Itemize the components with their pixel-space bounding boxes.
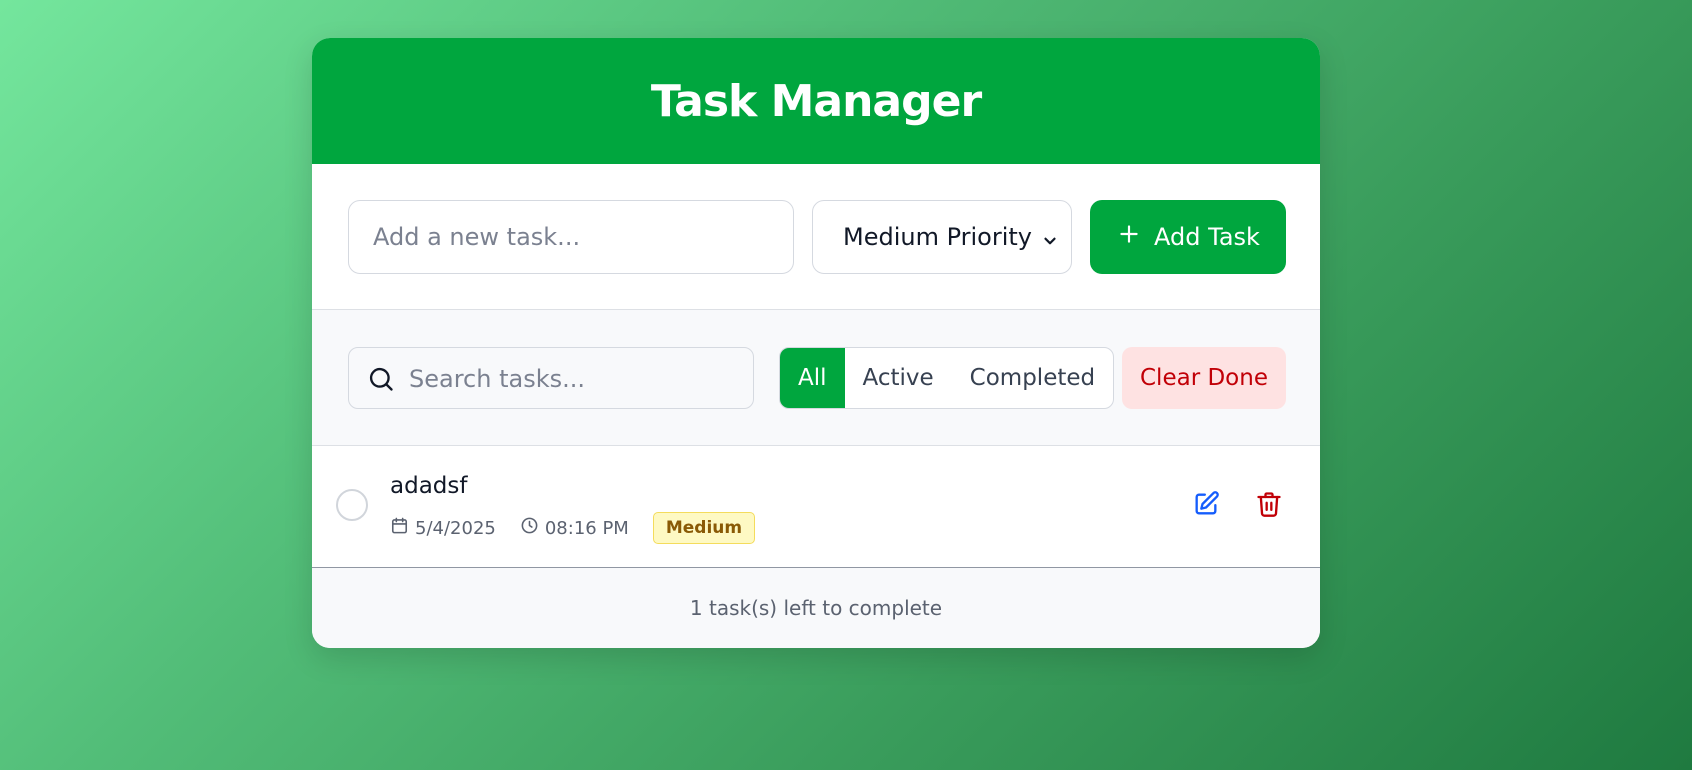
new-task-input[interactable] (348, 200, 794, 274)
add-task-button[interactable]: Add Task (1090, 200, 1286, 274)
filter-tabs: All Active Completed (779, 347, 1115, 409)
task-date-text: 5/4/2025 (415, 517, 496, 539)
task-date: 5/4/2025 (390, 516, 496, 540)
filter-bar: All Active Completed Clear Done (312, 310, 1320, 446)
add-task-button-label: Add Task (1154, 223, 1260, 251)
app-title: Task Manager (650, 75, 982, 127)
calendar-icon (390, 516, 409, 540)
search-icon (367, 365, 395, 397)
edit-task-button[interactable] (1192, 490, 1220, 522)
trash-icon (1255, 492, 1283, 522)
edit-icon (1192, 491, 1220, 522)
task-summary-footer: 1 task(s) left to complete (312, 568, 1320, 648)
task-meta: 5/4/2025 08:16 PM Medium (390, 512, 756, 544)
chevron-down-icon (1041, 228, 1059, 256)
search-box (348, 347, 754, 409)
filter-tab-active[interactable]: Active (845, 348, 952, 408)
task-list: adadsf 5/4/2025 08:16 PM Medium (312, 446, 1320, 568)
search-input[interactable] (407, 348, 741, 409)
filter-tab-all[interactable]: All (780, 348, 845, 408)
app-header: Task Manager (312, 38, 1320, 164)
priority-badge: Medium (652, 512, 756, 544)
add-task-form: Medium Priority Add Task (312, 164, 1320, 310)
filter-tab-completed[interactable]: Completed (952, 348, 1113, 408)
task-title: adadsf (390, 473, 468, 499)
delete-task-button[interactable] (1255, 490, 1283, 522)
plus-icon (1116, 221, 1142, 253)
clear-done-button[interactable]: Clear Done (1122, 347, 1286, 409)
task-manager-card: Task Manager Medium Priority Add Task Al… (312, 38, 1320, 648)
task-time: 08:16 PM (520, 516, 629, 540)
priority-select-value: Medium Priority (843, 223, 1033, 251)
task-complete-toggle[interactable] (336, 489, 368, 521)
task-time-text: 08:16 PM (544, 517, 629, 539)
priority-select[interactable]: Medium Priority (812, 200, 1072, 274)
clock-icon (520, 516, 539, 540)
tasks-left-status: 1 task(s) left to complete (689, 596, 943, 620)
